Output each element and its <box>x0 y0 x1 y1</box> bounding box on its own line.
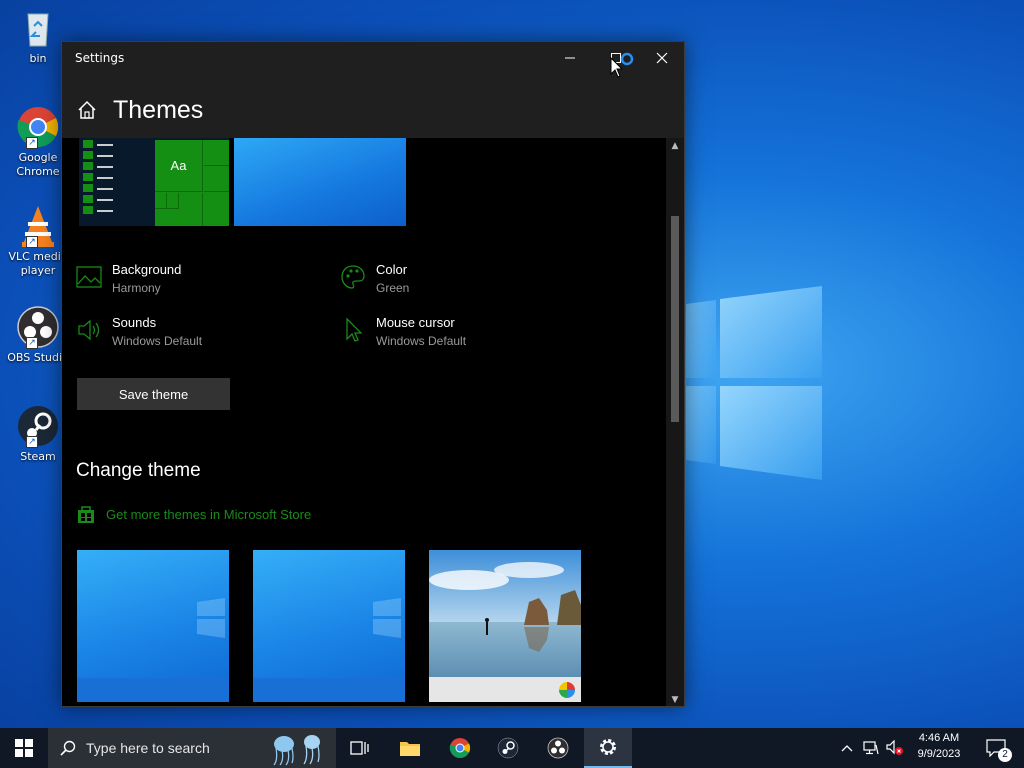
theme-preview-start-menu: Aa <box>79 138 229 226</box>
shortcut-arrow-icon: ↗ <box>26 137 38 149</box>
shortcut-arrow-icon: ↗ <box>26 436 38 448</box>
windows-start-icon <box>15 739 33 757</box>
scroll-up-icon[interactable]: ▲ <box>666 138 684 154</box>
preview-tile-aa: Aa <box>155 140 203 192</box>
page-title: Themes <box>113 96 204 124</box>
mouse-pointer-icon <box>610 57 624 78</box>
windows-logo-thumbnail <box>197 598 225 638</box>
search-highlight-jellyfish-icon <box>273 735 320 766</box>
background-label: Background <box>112 262 182 277</box>
change-theme-heading: Change theme <box>76 460 201 481</box>
vertical-scrollbar[interactable]: ▲ ▼ <box>666 138 684 706</box>
steam-taskbar-button[interactable] <box>484 728 532 768</box>
settings-window: Settings Themes Aa Background Harmony Co… <box>61 41 685 707</box>
shortcut-arrow-icon: ↗ <box>26 236 38 248</box>
home-icon[interactable] <box>77 100 97 120</box>
color-value: Green <box>376 281 410 295</box>
minimize-button[interactable] <box>547 42 593 74</box>
chrome-icon: ↗ <box>16 105 60 149</box>
theme-card-beach[interactable] <box>429 550 581 702</box>
show-hidden-icons-button[interactable] <box>836 728 858 768</box>
color-setting[interactable]: Color Green <box>340 262 590 302</box>
themes-content: Aa Background Harmony Color Green Sounds… <box>62 138 668 706</box>
vlc-icon: ↗ <box>16 204 60 248</box>
volume-tray-button[interactable] <box>884 728 906 768</box>
save-theme-button[interactable]: Save theme <box>77 378 230 410</box>
speaker-icon <box>78 319 100 341</box>
taskbar-search-box[interactable]: Type here to search <box>48 728 336 768</box>
mouse-cursor-label: Mouse cursor <box>376 315 455 330</box>
close-icon <box>656 52 668 64</box>
steam-icon <box>497 737 519 759</box>
settings-taskbar-button[interactable] <box>584 728 632 768</box>
windows-logo-wallpaper <box>686 286 822 480</box>
close-button[interactable] <box>639 42 684 74</box>
cursor-icon <box>346 317 363 342</box>
start-button[interactable] <box>0 728 48 768</box>
theme-card-windows-light[interactable] <box>253 550 405 702</box>
file-explorer-button[interactable] <box>386 728 434 768</box>
store-link-label: Get more themes in Microsoft Store <box>106 506 312 522</box>
title-bar[interactable]: Settings <box>62 42 684 74</box>
minimize-icon <box>565 57 575 59</box>
scrollbar-thumb[interactable] <box>671 216 679 422</box>
page-header: Themes <box>62 74 684 138</box>
obs-taskbar-button[interactable] <box>534 728 582 768</box>
chrome-icon <box>449 738 471 758</box>
theme-preview-desktop <box>234 138 406 226</box>
network-icon <box>863 741 879 755</box>
gear-icon <box>600 739 616 755</box>
scroll-down-icon[interactable]: ▼ <box>666 692 684 706</box>
obs-icon <box>547 737 569 759</box>
background-setting[interactable]: Background Harmony <box>76 262 326 302</box>
picture-icon <box>76 266 102 288</box>
desktop-icon-label: Steam <box>20 450 56 463</box>
task-view-button[interactable] <box>336 728 384 768</box>
notification-count-badge: 2 <box>998 748 1012 762</box>
window-title: Settings <box>75 51 125 65</box>
volume-muted-icon <box>886 740 903 755</box>
desktop-icon-label: bin <box>29 52 47 65</box>
desktop-icon-label: VLC media player <box>8 250 68 277</box>
desktop-icon-label: OBS Studio <box>7 351 69 364</box>
palette-icon <box>341 265 365 289</box>
search-placeholder: Type here to search <box>86 740 210 756</box>
search-icon <box>60 740 76 756</box>
chrome-taskbar-button[interactable] <box>436 728 484 768</box>
color-label: Color <box>376 262 408 277</box>
desktop-icon-label: Google Chrome <box>16 151 60 178</box>
sounds-setting[interactable]: Sounds Windows Default <box>76 315 326 355</box>
preview-taskbar-column <box>83 140 93 226</box>
preview-tile-grid: Aa <box>155 140 229 226</box>
chevron-up-icon <box>841 745 853 752</box>
clock[interactable]: 4:46 AM 9/9/2023 <box>908 732 970 760</box>
shortcut-arrow-icon: ↗ <box>26 337 38 349</box>
mouse-cursor-value: Windows Default <box>376 334 467 348</box>
action-center-button[interactable]: 2 <box>978 728 1014 768</box>
task-view-icon <box>350 741 369 755</box>
background-value: Harmony <box>112 281 161 295</box>
clock-time: 4:46 AM <box>918 732 960 744</box>
mouse-cursor-setting[interactable]: Mouse cursor Windows Default <box>340 315 590 355</box>
folder-icon <box>400 742 420 756</box>
clock-date: 9/9/2023 <box>917 748 961 760</box>
theme-card-windows[interactable] <box>77 550 229 702</box>
windows-logo-thumbnail <box>373 598 401 638</box>
store-bag-icon <box>78 506 94 523</box>
steam-icon: ↗ <box>16 404 60 448</box>
beach-landscape-image <box>429 550 581 677</box>
microsoft-store-link[interactable]: Get more themes in Microsoft Store <box>76 504 311 524</box>
sounds-label: Sounds <box>112 315 157 330</box>
color-palette-badge-icon <box>559 682 575 698</box>
obs-icon: ↗ <box>16 305 60 349</box>
preview-list-lines <box>97 144 113 221</box>
recycle-bin-icon <box>16 6 60 50</box>
sounds-value: Windows Default <box>112 334 203 348</box>
network-tray-button[interactable] <box>860 728 882 768</box>
taskbar: Type here to search 4:46 AM 9/9/2023 2 <box>0 728 1024 768</box>
